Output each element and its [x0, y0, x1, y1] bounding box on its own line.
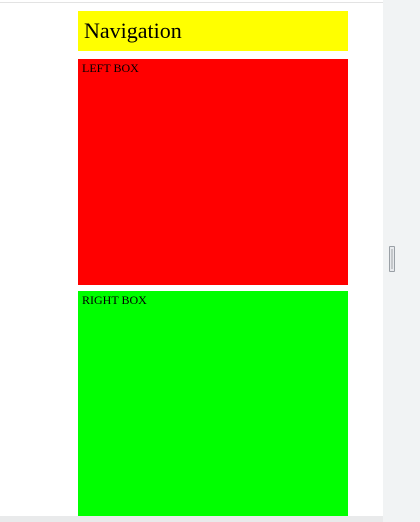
left-box-label: LEFT BOX: [82, 61, 139, 75]
page-viewport: Navigation LEFT BOX RIGHT BOX: [0, 3, 383, 516]
page-content: Navigation LEFT BOX RIGHT BOX: [78, 11, 348, 516]
navigation-title: Navigation: [84, 18, 182, 43]
navigation-bar: Navigation: [78, 11, 348, 51]
right-box-label: RIGHT BOX: [82, 293, 147, 307]
right-box: RIGHT BOX: [78, 291, 348, 516]
horizontal-scrollbar[interactable]: [0, 516, 383, 522]
left-box: LEFT BOX: [78, 59, 348, 285]
drag-handle-icon[interactable]: [389, 246, 395, 272]
